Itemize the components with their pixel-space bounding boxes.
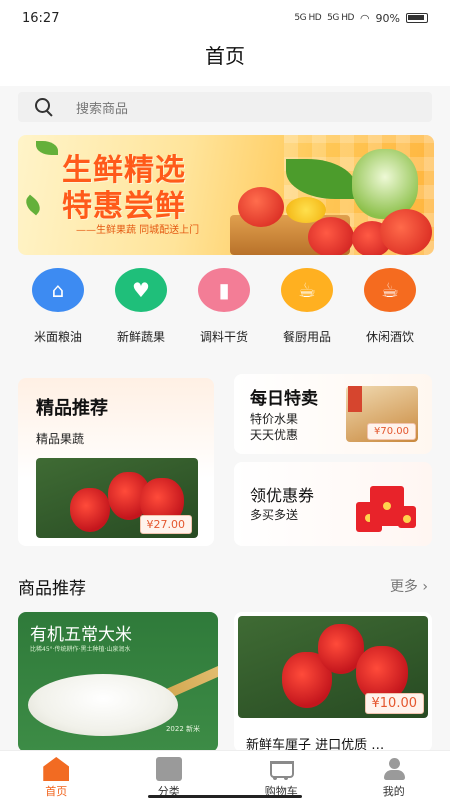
coupon-title: 领优惠券 bbox=[250, 486, 315, 505]
category-seasoning[interactable]: ▮ 调料干货 bbox=[184, 268, 264, 345]
signal-icon: 5G HD bbox=[294, 13, 322, 23]
package-icon bbox=[348, 386, 362, 412]
leaf-decoration-icon bbox=[22, 194, 44, 216]
signal-icon-2: 5G HD bbox=[327, 13, 354, 23]
daily-price: ¥70.00 bbox=[367, 423, 416, 440]
tab-category[interactable]: 分类 bbox=[113, 751, 226, 800]
leaf-decoration-icon bbox=[36, 141, 58, 155]
daily-line1: 特价水果 bbox=[250, 412, 299, 426]
product-price: ¥10.00 bbox=[364, 693, 424, 714]
category-label: 调料干货 bbox=[199, 330, 248, 344]
status-right: 5G HD 5G HD ◠ 90% bbox=[294, 12, 428, 25]
category-row: ⌂ 米面粮油 ♥ 新鲜蔬果 ▮ 调料干货 ☕ 餐厨用品 ☕ 休闲酒饮 bbox=[0, 268, 450, 348]
carrot-icon: ♥ bbox=[115, 268, 167, 312]
status-time: 16:27 bbox=[22, 10, 60, 26]
red-envelope-icon bbox=[398, 506, 416, 528]
product-year: 2022 新米 bbox=[165, 725, 200, 733]
battery-level: 90% bbox=[375, 11, 400, 25]
search-input[interactable]: 搜索商品 bbox=[76, 98, 128, 117]
strawberry-icon bbox=[70, 488, 110, 532]
search-bar[interactable]: 搜索商品 bbox=[18, 92, 432, 122]
category-icon bbox=[155, 757, 182, 781]
recommend-header: 商品推荐 更多 › bbox=[18, 574, 432, 599]
coupon-card[interactable]: 领优惠券 多买多送 bbox=[234, 462, 432, 546]
drink-cup-icon: ☕ bbox=[364, 268, 416, 312]
category-drinks[interactable]: ☕ 休闲酒饮 bbox=[350, 268, 430, 345]
seasoning-bottle-icon: ▮ bbox=[198, 268, 250, 312]
featured-price: ¥27.00 bbox=[139, 515, 192, 534]
category-label: 休闲酒饮 bbox=[365, 330, 414, 344]
more-label: 更多 bbox=[389, 579, 418, 595]
recommend-title: 商品推荐 bbox=[18, 579, 86, 599]
page-title: 首页 bbox=[0, 36, 450, 86]
profile-icon bbox=[381, 757, 407, 781]
featured-subtitle: 精品果蔬 bbox=[36, 432, 85, 446]
featured-card[interactable]: 精品推荐 精品果蔬 ¥27.00 bbox=[18, 378, 214, 546]
strawberry-image: ¥10.00 bbox=[238, 616, 428, 718]
home-indicator[interactable] bbox=[148, 795, 302, 798]
deal-image: ¥70.00 bbox=[346, 386, 418, 442]
banner-subtitle: ——生鲜果蔬 同城配送上门 bbox=[76, 225, 200, 236]
strawberry-image: ¥27.00 bbox=[36, 458, 198, 538]
tomato-icon bbox=[380, 209, 432, 255]
tab-label: 我的 bbox=[382, 785, 405, 798]
product-card-cherry[interactable]: ¥10.00 新鲜车厘子 进口优质 … bbox=[234, 612, 432, 752]
daily-title: 每日特卖 bbox=[250, 389, 318, 409]
category-label: 餐厨用品 bbox=[282, 330, 331, 344]
rice-image bbox=[28, 674, 178, 736]
rice-bag-icon: ⌂ bbox=[32, 268, 84, 312]
coupon-subtitle: 多买多送 bbox=[250, 508, 299, 522]
product-card-rice[interactable]: 有机五常大米 比稀45°·传统耕作·黑土种植·山泉润水 2022 新米 bbox=[18, 612, 218, 752]
status-bar: 16:27 5G HD 5G HD ◠ 90% bbox=[0, 0, 450, 36]
cart-icon bbox=[268, 757, 295, 781]
category-kitchenware[interactable]: ☕ 餐厨用品 bbox=[267, 268, 347, 345]
pepper-icon bbox=[238, 187, 284, 227]
chevron-right-icon: › bbox=[422, 579, 428, 595]
category-rice-oil[interactable]: ⌂ 米面粮油 bbox=[18, 268, 98, 345]
daily-line2: 天天优惠 bbox=[250, 428, 299, 442]
tab-cart[interactable]: 购物车 bbox=[225, 751, 338, 800]
tab-label: 首页 bbox=[45, 785, 68, 798]
category-label: 新鲜蔬果 bbox=[116, 330, 165, 344]
kitchenware-icon: ☕ bbox=[281, 268, 333, 312]
tomato-icon bbox=[308, 217, 354, 255]
tab-profile[interactable]: 我的 bbox=[338, 751, 450, 800]
promo-banner[interactable]: 生鲜精选 特惠尝鲜 ——生鲜果蔬 同城配送上门 bbox=[18, 135, 434, 255]
product-tagline: 比稀45°·传统耕作·黑土种植·山泉润水 bbox=[30, 646, 131, 653]
product-name: 有机五常大米 bbox=[30, 625, 132, 645]
battery-icon bbox=[406, 13, 428, 23]
daily-deal-card[interactable]: 每日特卖 特价水果 天天优惠 ¥70.00 bbox=[234, 374, 432, 454]
bottom-tab-bar: 首页 分类 购物车 我的 bbox=[0, 750, 450, 800]
home-icon bbox=[43, 757, 70, 781]
category-label: 米面粮油 bbox=[33, 330, 82, 344]
search-icon bbox=[34, 97, 54, 117]
more-link[interactable]: 更多 › bbox=[390, 576, 428, 596]
featured-title: 精品推荐 bbox=[36, 398, 108, 419]
category-fresh-produce[interactable]: ♥ 新鲜蔬果 bbox=[101, 268, 181, 345]
tab-home[interactable]: 首页 bbox=[0, 751, 113, 800]
wifi-icon: ◠ bbox=[359, 11, 370, 25]
banner-title-line2: 特惠尝鲜 bbox=[62, 189, 186, 224]
